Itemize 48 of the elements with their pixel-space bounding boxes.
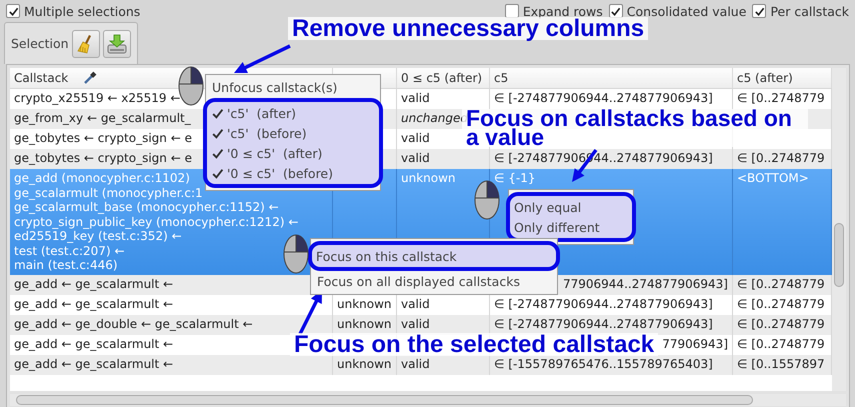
callstack-text: ge_add ← ge_scalarmult ← — [14, 296, 174, 311]
table-cell: ∈ [0..2748779 — [737, 276, 825, 291]
annotation-text: Remove unnecessary columns — [288, 17, 648, 40]
callstack-text: ge_add ← ge_double ← ge_scalarmult ← — [14, 316, 253, 331]
table-cell: ∈ [-274877906944..274877906943] — [494, 296, 713, 311]
table-cell: ∈ [-274877906944..274877906943] — [494, 316, 713, 331]
table-cell: ∈ [-274877906944..274877906943] — [494, 91, 713, 106]
table-cell: unknown — [401, 171, 456, 186]
callstack-text: ge_add (monocypher.c:1102) — [14, 171, 190, 186]
table-cell: unknown — [337, 296, 392, 311]
annotation-text: Focus on the selected callstack — [290, 333, 658, 356]
callstack-text: crypto_x25519 ← x25519 ← — [14, 91, 180, 106]
callstack-text: ge_add ← ge_scalarmult ← — [14, 276, 174, 291]
table-cell: valid — [401, 151, 430, 166]
table-cell: 77906944..274877906943] — [562, 276, 728, 291]
table-cell: ∈ [0..2748779 — [737, 316, 825, 331]
table-cell: ∈ [0..2748779 — [737, 296, 825, 311]
callstack-text: ed25519_key (test.c:352) ← — [14, 229, 182, 244]
table-cell: valid — [401, 316, 430, 331]
table-cell: ∈ {-1} — [494, 171, 536, 186]
callstack-text: ge_scalarmult_base (monocypher.c:1152) ← — [14, 200, 279, 214]
callstack-text: ge_from_xy ← ge_scalarmult_ — [14, 111, 191, 126]
callstack-text: ge_add ← ge_scalarmult ← — [14, 336, 174, 351]
checkbox-label: Expand rows — [522, 4, 603, 18]
table-cell: valid — [401, 356, 430, 371]
table-cell: <BOTTOM> — [737, 171, 809, 186]
callstack-text: main (test.c:446) — [14, 258, 118, 272]
table-cell: 77906943] — [662, 336, 728, 351]
table-cell: unknown — [337, 316, 392, 331]
callstack-text: ge_tobytes ← crypto_sign ← e — [14, 131, 192, 146]
callstack-text: ge_tobytes ← crypto_sign ← e — [14, 151, 192, 166]
checkbox-label: Multiple selections — [24, 4, 140, 18]
checkbox-label: Per callstack — [770, 4, 849, 18]
table-cell: valid — [401, 91, 430, 106]
table-cell: valid — [401, 131, 430, 146]
callstack-text: ge_add ← ge_scalarmult ← — [14, 356, 174, 371]
table-cell-text: unchanged — [401, 111, 468, 125]
callstack-text: crypto_sign_public_key (monocypher.c:1212) ← — [14, 214, 298, 229]
table-cell: valid — [401, 296, 430, 311]
callstack-text: test (test.c:207) ← — [14, 244, 124, 258]
table-cell: ∈ [0..2748779 — [737, 91, 825, 106]
table-cell: ∈ [0..2748779 — [737, 151, 825, 166]
table-cell: ∈ [0..1557897 — [737, 356, 825, 371]
checkbox-label: Consolidated value — [626, 4, 746, 18]
table-cell: unknown — [337, 356, 392, 371]
table-cell: ∈ [0..2748779 — [737, 336, 825, 351]
table-cell: ∈ [-155789765476..155789765403] — [494, 356, 713, 371]
callstack-text: ge_scalarmult (monocypher.c:1 — [14, 186, 203, 200]
